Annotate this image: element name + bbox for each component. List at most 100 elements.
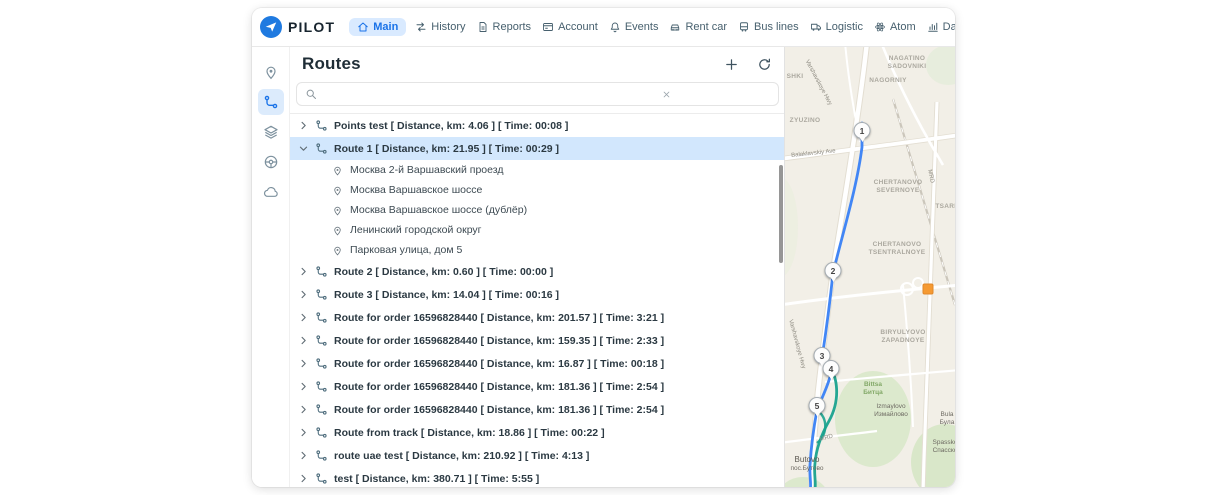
route-point-row[interactable]: Москва Варшавское шоссе	[290, 180, 785, 200]
page-title: Routes	[302, 54, 361, 74]
chevron-right-icon[interactable]	[298, 290, 309, 299]
route-point-label: Ленинский городской округ	[350, 224, 482, 236]
sidebar-item-transport[interactable]	[258, 149, 284, 175]
chevron-down-icon[interactable]	[299, 143, 308, 154]
map-label: SpasskoСпасско	[933, 439, 955, 456]
nav-item-account[interactable]: Account	[540, 18, 600, 36]
scrollbar-thumb[interactable]	[779, 165, 783, 263]
sidebar-item-places[interactable]	[258, 59, 284, 85]
route-row[interactable]: Route for order 16596828440 [ Distance, …	[290, 306, 785, 329]
chevron-right-icon[interactable]	[298, 428, 309, 437]
chevron-right-icon[interactable]	[298, 474, 309, 483]
nav-item-logistic[interactable]: Logistic	[808, 18, 865, 36]
map-label: Varshavskoye Hwy	[802, 59, 833, 107]
clear-search-button[interactable]	[659, 87, 673, 101]
route-point-label: Москва Варшавское шоссе	[350, 184, 482, 196]
route-point-row[interactable]: Москва Варшавское шоссе (дублёр)	[290, 200, 785, 220]
refresh-button[interactable]	[756, 56, 773, 73]
route-row[interactable]: Route 1 [ Distance, km: 21.95 ] [ Time: …	[290, 137, 785, 160]
nav-item-atom[interactable]: Atom	[872, 18, 918, 36]
map-pin-icon	[332, 245, 343, 256]
route-icon	[315, 426, 328, 439]
chevron-right-icon[interactable]	[298, 313, 309, 322]
chevron-right-icon[interactable]	[298, 267, 309, 276]
layers-icon	[263, 124, 279, 140]
map-label: MRD	[924, 169, 934, 184]
route-label: Route for order 16596828440 [ Distance, …	[334, 312, 664, 324]
route-point-row[interactable]: Ленинский городской округ	[290, 220, 785, 240]
chevron-right-icon[interactable]	[298, 121, 309, 130]
nav-item-label: History	[431, 21, 465, 33]
nav-item-bus-lines[interactable]: Bus lines	[736, 18, 801, 36]
route-icon	[315, 142, 328, 155]
route-row[interactable]: Points test [ Distance, km: 4.06 ] [ Tim…	[290, 114, 785, 137]
map-label: NAGORNIY	[869, 77, 906, 85]
nav-item-label: Main	[373, 21, 398, 33]
route-icon	[315, 403, 328, 416]
nav-item-history[interactable]: History	[413, 18, 467, 36]
app-window: PILOT Main History Reports Account Events Ren…	[252, 8, 955, 487]
chevron-right-icon[interactable]	[298, 359, 309, 368]
route-marker-2[interactable]: 2	[825, 262, 842, 279]
nav-item-label: Rent car	[685, 21, 727, 33]
route-row[interactable]: Route for order 16596828440 [ Distance, …	[290, 398, 785, 421]
route-icon	[315, 472, 328, 485]
sidebar-item-routes[interactable]	[258, 89, 284, 115]
route-row[interactable]: Route for order 16596828440 [ Distance, …	[290, 352, 785, 375]
nav-item-rent-car[interactable]: Rent car	[667, 18, 729, 36]
wheel-icon	[263, 154, 279, 170]
route-row[interactable]: Route 3 [ Distance, km: 14.04 ] [ Time: …	[290, 283, 785, 306]
route-point-row[interactable]: Москва 2-й Варшавский проезд	[290, 160, 785, 180]
route-label: Route for order 16596828440 [ Distance, …	[334, 335, 664, 347]
map-overlays: NAGATINOSADOVNIKISHKINAGORNIYZYUZINOCHER…	[785, 47, 955, 487]
add-route-button[interactable]	[723, 56, 740, 73]
sidebar-item-weather[interactable]	[258, 179, 284, 205]
search-input[interactable]	[323, 87, 647, 101]
route-label: Points test [ Distance, km: 4.06 ] [ Tim…	[334, 120, 568, 132]
map-label: BittsaБитца	[863, 381, 883, 398]
map[interactable]: NAGATINOSADOVNIKISHKINAGORNIYZYUZINOCHER…	[784, 47, 955, 487]
nav-item-label: Atom	[890, 21, 916, 33]
route-icon	[315, 334, 328, 347]
map-label: BIRYULYOVOZAPADNOYE	[880, 329, 925, 346]
route-marker-5[interactable]: 5	[809, 397, 826, 414]
route-row[interactable]: Route 2 [ Distance, km: 0.60 ] [ Time: 0…	[290, 260, 785, 283]
route-row[interactable]: Route for order 16596828440 [ Distance, …	[290, 329, 785, 352]
nav-item-reports[interactable]: Reports	[475, 18, 534, 36]
chevron-right-icon[interactable]	[298, 336, 309, 345]
chevron-right-icon[interactable]	[298, 451, 309, 460]
map-label: Balaklavskiy Ave	[791, 148, 836, 160]
route-icon	[263, 94, 279, 110]
route-marker-1[interactable]: 1	[854, 122, 871, 139]
nav-item-main[interactable]: Main	[349, 18, 406, 36]
pilot-logo[interactable]: PILOT	[260, 16, 335, 38]
map-pin-icon	[332, 185, 343, 196]
truck-icon	[810, 21, 822, 33]
chevron-right-icon[interactable]	[298, 382, 309, 391]
route-row[interactable]: test [ Distance, km: 380.71 ] [ Time: 5:…	[290, 467, 785, 487]
car-icon	[669, 21, 681, 33]
nav-item-events[interactable]: Events	[607, 18, 661, 36]
route-label: Route from track [ Distance, km: 18.86 ]…	[334, 427, 605, 439]
route-row[interactable]: Route for order 16596828440 [ Distance, …	[290, 375, 785, 398]
route-row[interactable]: Route from track [ Distance, km: 18.86 ]…	[290, 421, 785, 444]
nav-item-label: Events	[625, 21, 659, 33]
nav-item-label: Bus lines	[754, 21, 799, 33]
search-row	[290, 81, 785, 113]
map-label: CHERTANOVOSEVERNOYE	[874, 179, 923, 196]
home-icon	[357, 21, 369, 33]
routes-panel-header: Routes	[290, 47, 785, 81]
pin-icon	[263, 64, 279, 80]
route-point-row[interactable]: Парковая улица, дом 5	[290, 240, 785, 260]
route-label: route uae test [ Distance, km: 210.92 ] …	[334, 450, 589, 462]
route-label: Route 2 [ Distance, km: 0.60 ] [ Time: 0…	[334, 266, 553, 278]
route-row[interactable]: route uae test [ Distance, km: 210.92 ] …	[290, 444, 785, 467]
route-marker-4[interactable]: 4	[823, 360, 840, 377]
sidebar-item-layers[interactable]	[258, 119, 284, 145]
map-label: BulaБула	[940, 411, 955, 428]
nav-item-dashboard[interactable]: Dashboard	[925, 18, 955, 36]
route-label: Route 1 [ Distance, km: 21.95 ] [ Time: …	[334, 143, 559, 155]
search-box[interactable]	[296, 82, 779, 106]
chevron-right-icon[interactable]	[298, 405, 309, 414]
route-icon	[315, 288, 328, 301]
